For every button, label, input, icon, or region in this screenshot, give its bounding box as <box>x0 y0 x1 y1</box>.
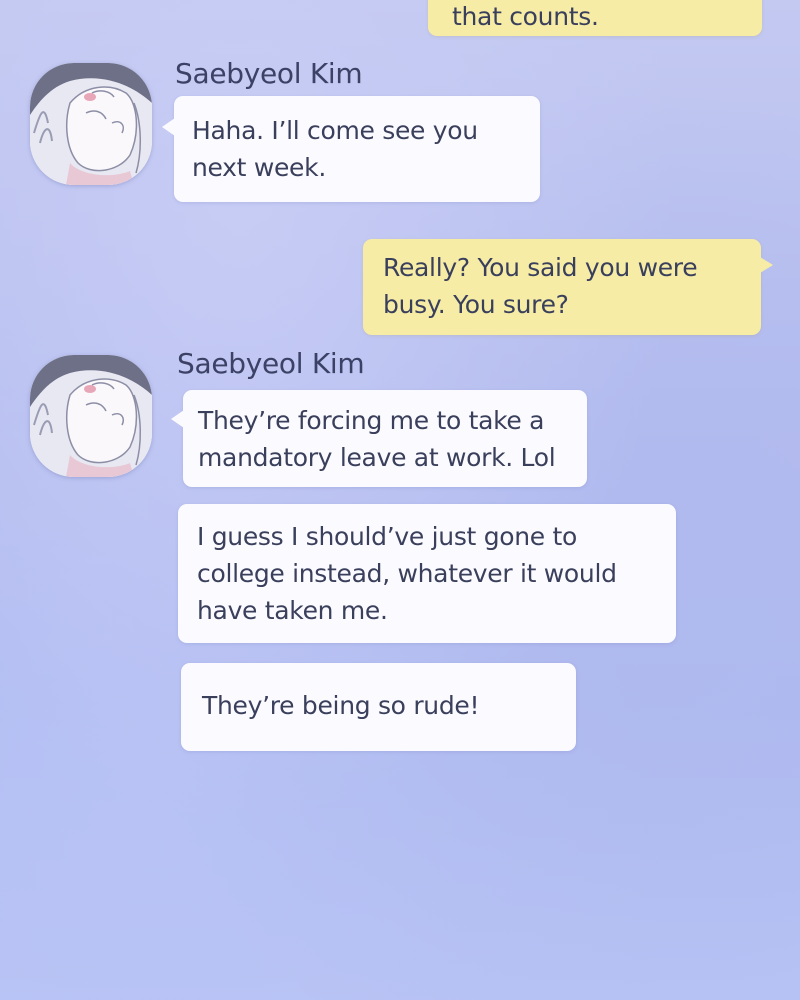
message-line: busy. You sure? <box>383 290 569 319</box>
avatar[interactable] <box>30 63 152 185</box>
message-line: mandatory leave at work. Lol <box>198 443 556 472</box>
avatar-hand-covering-face-icon <box>30 355 152 477</box>
avatar-hand-covering-face-icon <box>30 63 152 185</box>
message-line: I guess I should’ve just gone to <box>197 522 578 551</box>
message-line: next week. <box>192 153 326 182</box>
message-bubble-incoming[interactable]: I guess I should’ve just gone to college… <box>178 504 676 643</box>
message-line: college instead, whatever it would <box>197 559 617 588</box>
message-line: They’re being so rude! <box>202 691 480 720</box>
message-text: that counts. <box>452 2 599 31</box>
bubble-tail <box>760 257 773 273</box>
sender-name: Saebyeol Kim <box>175 57 363 90</box>
message-bubble-incoming[interactable]: They’re being so rude! <box>181 663 576 751</box>
bubble-tail <box>171 410 184 428</box>
avatar[interactable] <box>30 355 152 477</box>
message-bubble-incoming[interactable]: They’re forcing me to take a mandatory l… <box>171 390 587 487</box>
message-bubble-outgoing[interactable]: Really? You said you were busy. You sure… <box>363 239 773 335</box>
message-line: Really? You said you were <box>383 253 698 282</box>
message-line: Haha. I’ll come see you <box>192 116 478 145</box>
message-line: They’re forcing me to take a <box>198 406 545 435</box>
chat-thread: that counts. Saebyeol Kim Haha. I’ll com… <box>0 0 800 1000</box>
message-bubble-outgoing[interactable]: that counts. <box>428 0 762 36</box>
message-line: have taken me. <box>197 596 388 625</box>
bubble-tail <box>162 118 175 136</box>
message-bubble-incoming[interactable]: Haha. I’ll come see you next week. <box>162 96 540 202</box>
sender-name: Saebyeol Kim <box>177 347 365 380</box>
